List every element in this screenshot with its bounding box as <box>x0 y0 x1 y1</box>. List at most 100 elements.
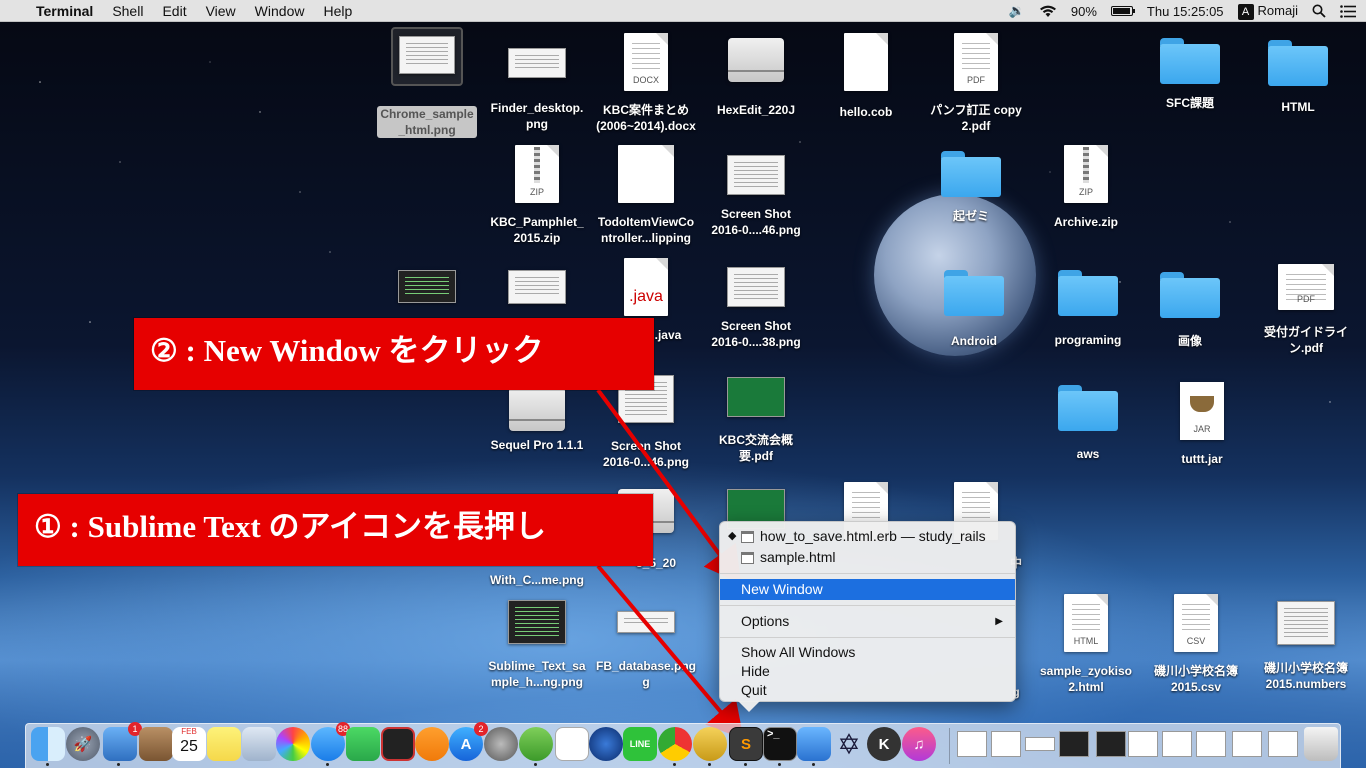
file-finder-desktop[interactable]: Finder_desktop. png <box>477 48 597 132</box>
file-hexedit[interactable]: HexEdit_220J <box>696 32 816 118</box>
dock-minimized-window[interactable] <box>1025 737 1055 751</box>
folder-icon <box>1058 270 1118 316</box>
dock-launchpad-icon[interactable]: 🚀 <box>66 727 100 761</box>
file-shot38[interactable]: Screen Shot 2016-0....38.png <box>696 267 816 350</box>
running-indicator <box>326 763 329 766</box>
file-screenshot-thumb-2[interactable] <box>477 270 597 304</box>
file-shot46a[interactable]: Screen Shot 2016-0....46.png <box>696 155 816 238</box>
menu-item-new-window[interactable]: New Window <box>720 579 1015 600</box>
menu-help[interactable]: Help <box>323 3 352 19</box>
file-tuttt-jar[interactable]: JAR tuttt.jar <box>1142 382 1262 467</box>
file-pamph-pdf[interactable]: PDF パンフ訂正 copy 2.pdf <box>916 33 1036 134</box>
dock-photo-booth-icon[interactable] <box>242 727 276 761</box>
file-label: Chrome_sample _html.png <box>377 106 477 138</box>
dock-contacts-icon[interactable] <box>139 727 173 761</box>
zip-icon: ZIP <box>1064 145 1108 203</box>
dock-firefox-icon[interactable] <box>589 727 623 761</box>
dock-minimized-window[interactable] <box>991 731 1021 757</box>
dock-ibooks-icon[interactable] <box>415 727 449 761</box>
file-archive-zip[interactable]: ZIP Archive.zip <box>1026 145 1146 230</box>
dock-reminders-icon[interactable] <box>555 727 589 761</box>
app-sequel-pro[interactable]: Sequel Pro 1.1.1 <box>477 381 597 453</box>
dock-photos-icon[interactable] <box>276 727 310 761</box>
folder-gazou[interactable]: 画像 <box>1130 272 1250 349</box>
file-label: KBC案件まとめ (2006~2014).docx <box>596 103 696 133</box>
dock-app-store-icon[interactable]: A2 <box>449 722 488 761</box>
running-indicator <box>117 763 120 766</box>
menu-item-hide[interactable]: Hide <box>720 662 1015 681</box>
dock-notes-icon[interactable] <box>207 727 241 761</box>
dock-preview-icon[interactable]: 1 <box>103 722 142 761</box>
file-hello-cob[interactable]: hello.cob <box>806 33 926 120</box>
running-indicator <box>812 763 815 766</box>
folder-icon <box>1160 38 1220 84</box>
menu-item-show-all-windows[interactable]: Show All Windows <box>720 643 1015 662</box>
running-indicator <box>708 763 711 766</box>
dock-sublime-text-icon[interactable]: S <box>729 727 763 761</box>
dock-keynote-icon[interactable] <box>797 727 831 761</box>
menu-item-window-sample[interactable]: sample.html <box>720 547 1015 568</box>
dock-sequel-pro-icon[interactable] <box>693 727 727 761</box>
dock-trash-icon[interactable] <box>1304 727 1338 761</box>
file-iso-numbers[interactable]: 磯川小学校名簿 2015.numbers <box>1246 601 1366 692</box>
menu-item-options[interactable]: Options ▶ <box>720 611 1015 632</box>
menu-app-terminal[interactable]: Terminal <box>36 3 93 19</box>
menu-item-quit[interactable]: Quit <box>720 681 1015 700</box>
battery-percent[interactable]: 90% <box>1071 4 1097 19</box>
dock-itunes-icon[interactable]: ♫ <box>902 727 936 761</box>
dock-finder-icon[interactable] <box>31 727 65 761</box>
dock-minimized-window[interactable] <box>1232 731 1262 757</box>
menu-view[interactable]: View <box>206 3 236 19</box>
file-with-c[interactable]: With_C...me.png <box>477 566 597 588</box>
file-todo[interactable]: TodoItemViewCo ntroller...lipping <box>586 145 706 246</box>
dock-minimized-window[interactable] <box>1268 731 1298 757</box>
menu-shell[interactable]: Shell <box>112 3 143 19</box>
folder-aws[interactable]: aws <box>1028 385 1148 462</box>
dock-system-preferences-icon[interactable] <box>484 727 518 761</box>
volume-icon[interactable]: 🔉 <box>1009 3 1025 19</box>
file-kbc-docx[interactable]: DOCX KBC案件まとめ (2006~2014).docx <box>586 33 706 134</box>
dock-chrome-icon[interactable] <box>658 727 692 761</box>
menu-item-window-how-to-save[interactable]: ◆ how_to_save.html.erb — study_rails <box>720 526 1015 547</box>
file-uketsuke-pdf[interactable]: PDF 受付ガイドライ ン.pdf <box>1246 264 1366 356</box>
file-kbc-pdf[interactable]: KBC交流会概 要.pdf <box>696 377 816 464</box>
dock-minimized-window[interactable] <box>1196 731 1226 757</box>
menu-edit[interactable]: Edit <box>162 3 186 19</box>
file-sublime-png[interactable]: Sublime_Text_sa mple_h...ng.png <box>477 600 597 690</box>
dock-minimized-window[interactable] <box>1162 731 1192 757</box>
folder-html[interactable]: HTML <box>1238 40 1358 115</box>
file-label: KBC交流会概 要.pdf <box>719 433 793 463</box>
window-icon <box>741 552 754 564</box>
folder-android[interactable]: Android <box>914 270 1034 349</box>
wifi-icon[interactable] <box>1039 5 1057 18</box>
file-label: Screen Shot 2016-0....46.png <box>711 207 801 237</box>
dock-k-app-icon[interactable]: K <box>867 727 901 761</box>
dock-minimized-window[interactable] <box>1059 731 1089 757</box>
clock[interactable]: Thu 15:25:05 <box>1147 4 1224 19</box>
dock-photo-app-icon[interactable] <box>381 727 415 761</box>
dock-calendar-icon[interactable]: FEB 25 <box>172 727 206 761</box>
battery-icon[interactable] <box>1110 6 1135 16</box>
file-kbc-zip[interactable]: ZIP KBC_Pamphlet_ 2015.zip <box>477 145 597 246</box>
file-fb-database[interactable]: FB_database.png g <box>586 611 706 690</box>
folder-kizemi[interactable]: 起ゼミ <box>911 151 1031 224</box>
dock-terminal-icon[interactable]: >_ <box>763 727 797 761</box>
file-screenshot-thumb[interactable] <box>367 270 487 303</box>
menu-window[interactable]: Window <box>255 3 305 19</box>
file-zyokiso-html[interactable]: HTML sample_zyokiso 2.html <box>1026 594 1146 695</box>
dock-android-studio-icon[interactable] <box>519 727 553 761</box>
notification-center-icon[interactable] <box>1340 4 1356 18</box>
dock-minimized-window[interactable] <box>1128 731 1158 757</box>
dock-line-icon[interactable]: LINE <box>623 727 657 761</box>
dock-star-app-icon[interactable]: ✡ <box>832 727 866 761</box>
dock-minimized-window[interactable] <box>957 731 987 757</box>
document-icon: DOCX <box>624 33 668 91</box>
dock-facetime-icon[interactable] <box>346 727 380 761</box>
dock-minimized-window[interactable] <box>1096 731 1126 757</box>
folder-sfc[interactable]: SFC課題 <box>1130 38 1250 111</box>
input-mode[interactable]: A Romaji <box>1237 3 1298 20</box>
spotlight-search-icon[interactable] <box>1312 4 1326 18</box>
file-iso-csv[interactable]: CSV 磯川小学校名簿 2015.csv <box>1136 594 1256 695</box>
file-chrome-sample[interactable]: Chrome_sample _html.png <box>367 36 487 138</box>
dock-messages-icon[interactable]: 88 <box>311 722 350 761</box>
